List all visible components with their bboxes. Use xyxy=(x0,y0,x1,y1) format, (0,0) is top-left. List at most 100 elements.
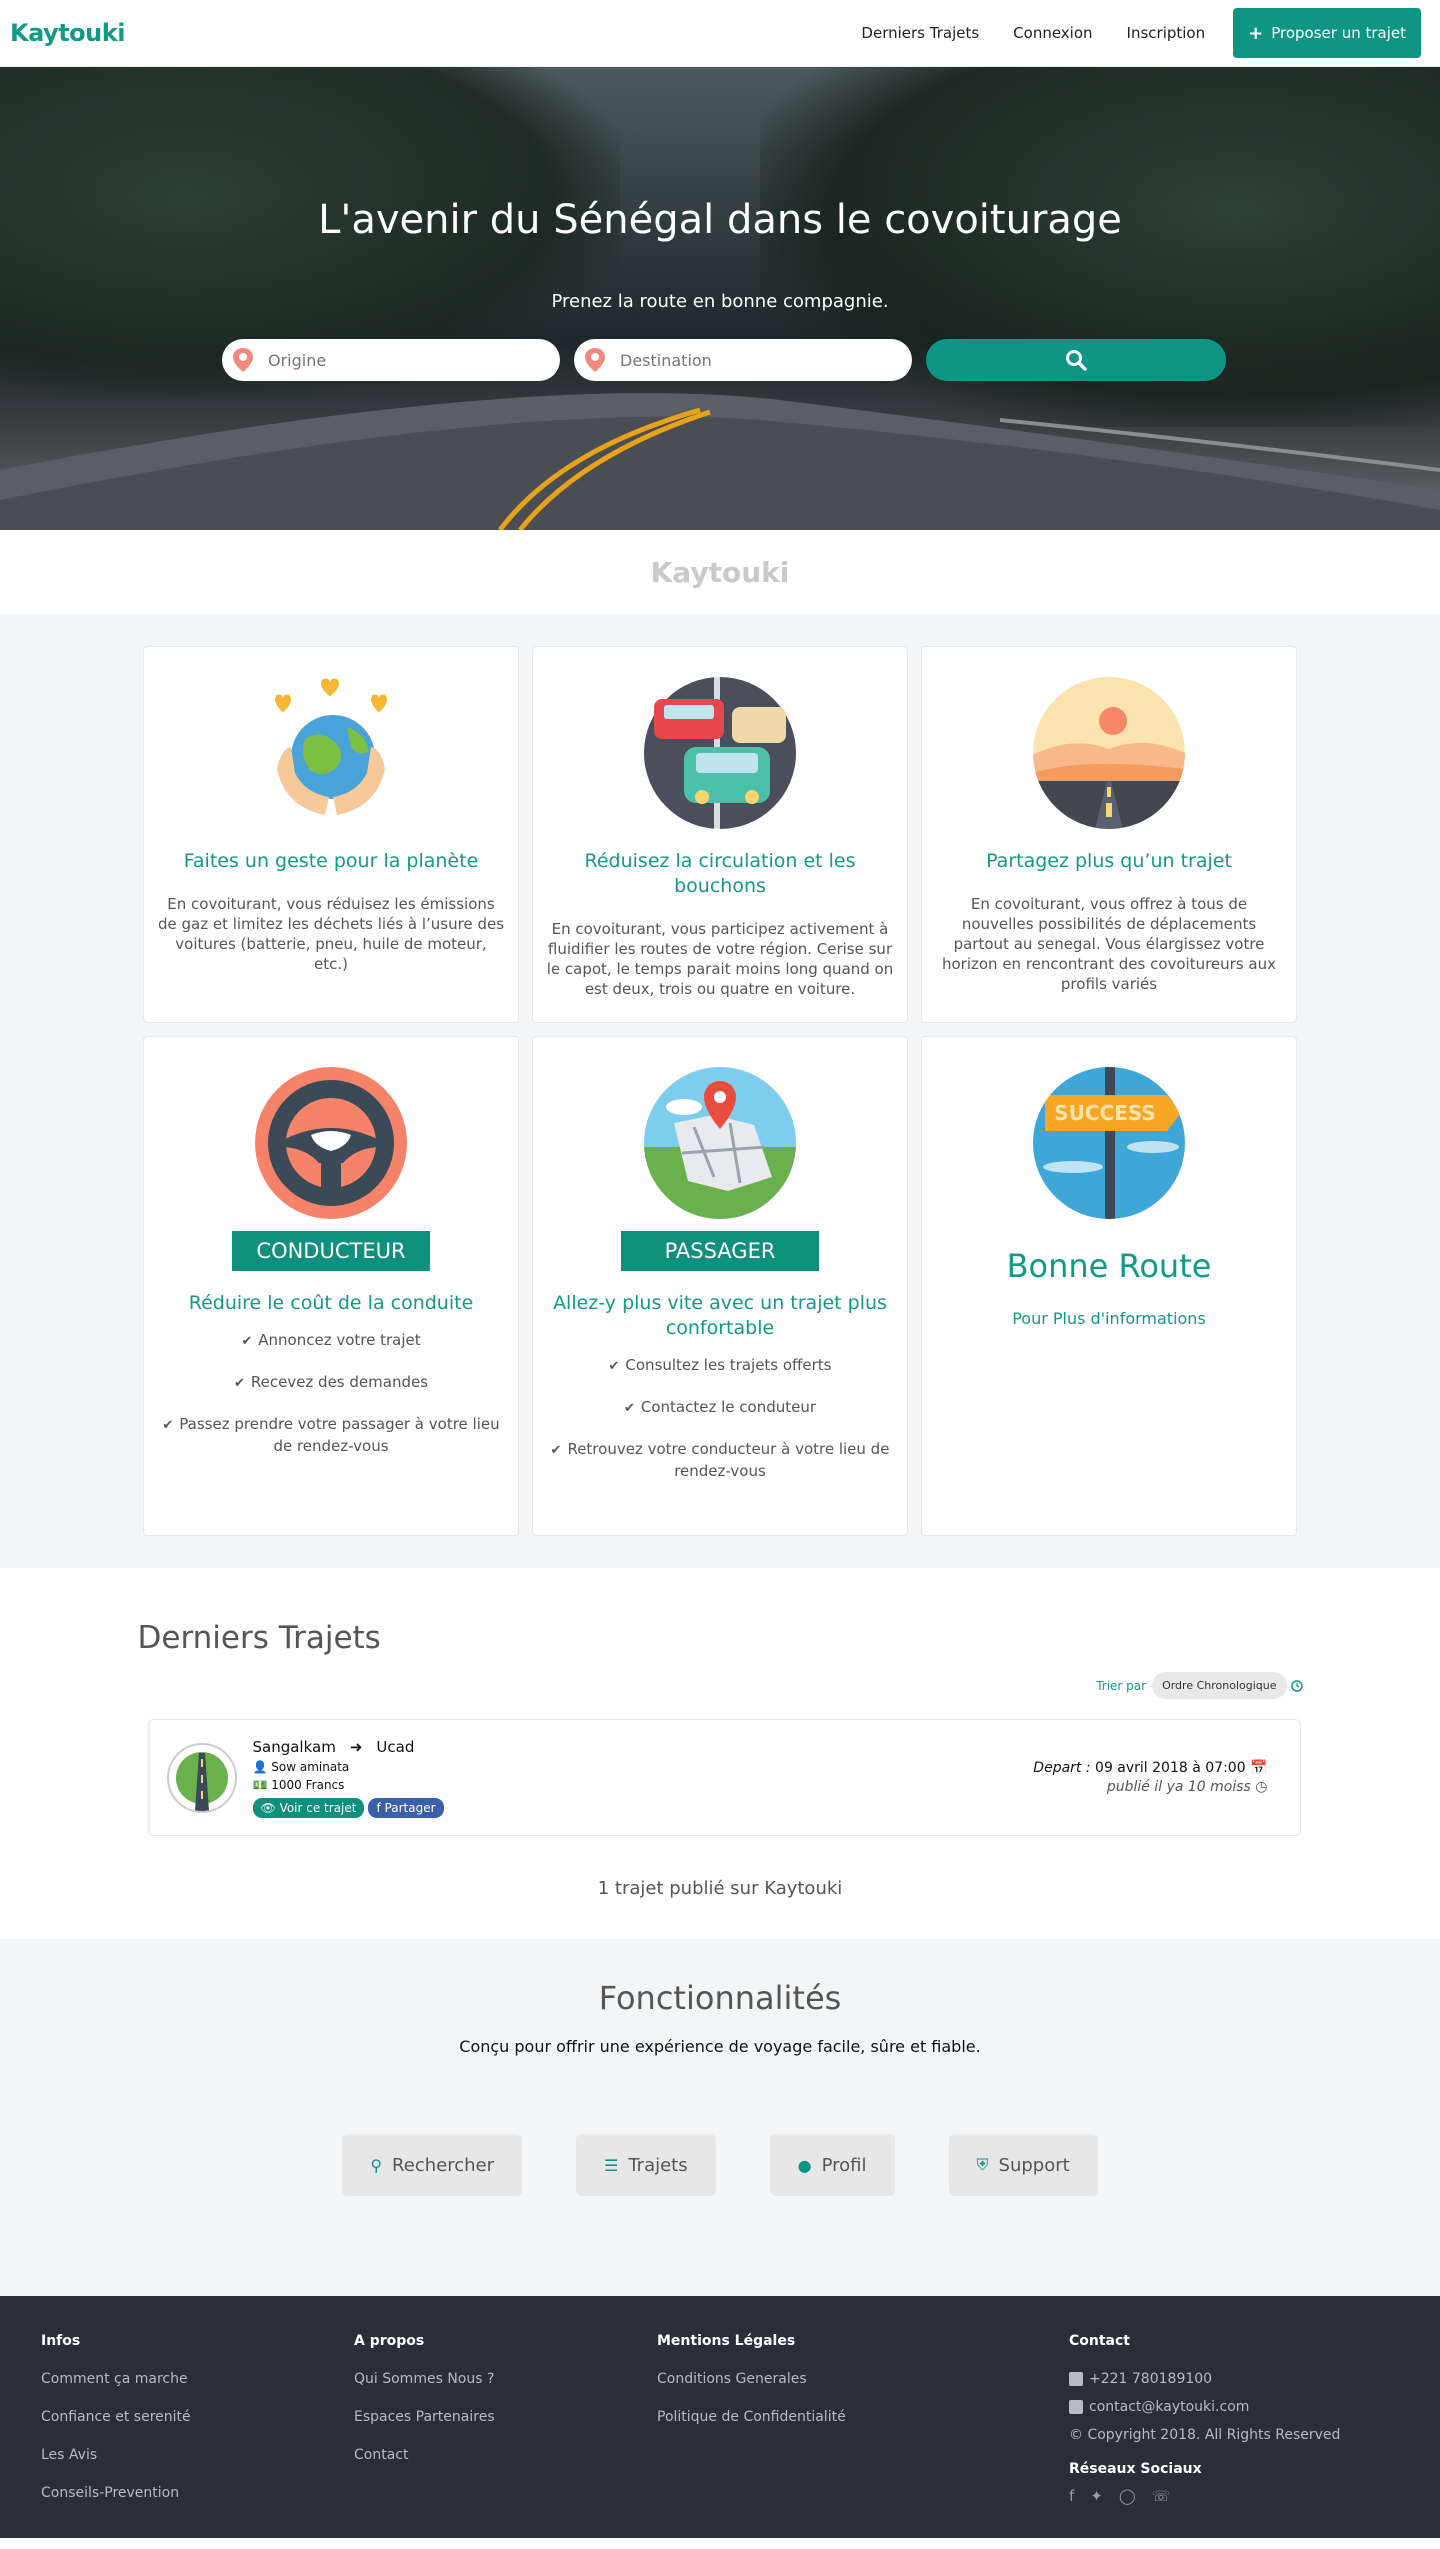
calendar-icon: 📅 xyxy=(1250,1760,1268,1776)
twitter-icon[interactable]: ✦ xyxy=(1090,2487,1103,2505)
passenger-card: PASSAGER Allez-y plus vite avec un traje… xyxy=(532,1036,908,1536)
nav-link-connexion[interactable]: Connexion xyxy=(1013,24,1092,42)
footer-email[interactable]: contact@kaytouki.com xyxy=(1089,2399,1249,2415)
eye-icon: 👁 xyxy=(260,1800,276,1815)
trip-depart-date: 09 avril 2018 à 07:00 xyxy=(1095,1760,1246,1776)
avatar xyxy=(166,1742,237,1813)
whatsapp-icon[interactable]: ☏ xyxy=(1152,2487,1171,2505)
more-info-link[interactable]: Pour Plus d'informations xyxy=(1012,1309,1206,1328)
sunset-road-icon xyxy=(1033,677,1185,829)
driver-checklist: Annoncez votre trajet Recevez des demand… xyxy=(156,1330,506,1456)
passenger-check-item: Consultez les trajets offerts xyxy=(545,1355,895,1377)
site-footer: Infos Comment ça marche Confiance et ser… xyxy=(0,2296,1440,2538)
footer-link[interactable]: Comment ça marche xyxy=(41,2371,191,2387)
footer-link[interactable]: Contact xyxy=(354,2447,495,2463)
footer-link[interactable]: Confiance et serenité xyxy=(41,2409,191,2425)
footer-link[interactable]: Conseils-Prevention xyxy=(41,2485,191,2501)
latest-trips-container: Derniers Trajets Trier par Ordre Chronol… xyxy=(138,1620,1303,1899)
support-feature-label: Support xyxy=(998,2154,1070,2176)
sort-select[interactable]: Ordre Chronologique xyxy=(1152,1672,1287,1699)
phone-icon xyxy=(1069,2372,1083,2386)
instagram-icon[interactable]: ◯ xyxy=(1119,2487,1136,2505)
funcs-heading: Fonctionnalités xyxy=(598,1979,842,2017)
support-feature-button[interactable]: ⛨ Support xyxy=(948,2134,1098,2196)
footer-heading: A propos xyxy=(354,2333,425,2349)
brand-strip-logo: Kaytouki xyxy=(650,555,790,589)
earth-hands-icon xyxy=(275,678,387,815)
trip-dates: Depart : 09 avril 2018 à 07:00 📅 publié … xyxy=(1033,1760,1267,1795)
search-icon xyxy=(1066,350,1087,371)
traffic-cars-icon xyxy=(644,677,796,829)
footer-heading: Contact xyxy=(1069,2333,1130,2349)
trip-depart-row: Depart : 09 avril 2018 à 07:00 📅 xyxy=(1033,1760,1267,1776)
trip-origin: Sangalkam xyxy=(252,1737,336,1756)
driver-check-item: Passez prendre votre passager à votre li… xyxy=(156,1414,506,1456)
trip-price-row: 💵 1000 Francs xyxy=(253,1778,448,1792)
feature-card-share: Partagez plus qu’un trajet En covoituran… xyxy=(921,646,1297,1023)
nav-link-derniers-trajets[interactable]: Derniers Trajets xyxy=(861,24,979,42)
footer-link[interactable]: Conditions Generales xyxy=(657,2371,846,2387)
trip-driver-row: 👤 Sow aminata xyxy=(253,1760,448,1774)
share-button[interactable]: f Partager xyxy=(368,1797,444,1818)
nav-links: Derniers Trajets Connexion Inscription +… xyxy=(827,8,1430,58)
hero-banner: L'avenir du Sénégal dans le covoiturage … xyxy=(0,67,1440,530)
funcs-subtitle: Conçu pour offrir une expérience de voya… xyxy=(459,2037,981,2056)
propose-trip-label: Proposer un trajet xyxy=(1271,24,1406,42)
arrow-right-icon: ➜ xyxy=(349,1737,363,1756)
trip-driver-name: Sow aminata xyxy=(271,1759,350,1774)
user-icon: 👤 xyxy=(252,1759,268,1774)
passenger-checklist: Consultez les trajets offerts Contactez … xyxy=(545,1355,895,1481)
map-pin-icon xyxy=(233,348,253,372)
search-feature-button[interactable]: ⚲ Rechercher xyxy=(342,2134,522,2196)
driver-badge-button[interactable]: CONDUCTEUR xyxy=(232,1231,430,1271)
propose-trip-button[interactable]: + Proposer un trajet xyxy=(1233,8,1421,58)
trip-card[interactable]: Sangalkam ➜ Ucad 👤 Sow aminata 💵 1000 Fr… xyxy=(146,1719,1301,1836)
brand-logo[interactable]: Kaytouki xyxy=(10,19,125,47)
view-trip-button[interactable]: 👁 Voir ce trajet xyxy=(252,1797,365,1818)
trips-feature-label: Trajets xyxy=(628,2154,688,2176)
passenger-check-item: Retrouvez votre conducteur à votre lieu … xyxy=(545,1439,895,1481)
origin-field xyxy=(222,339,560,381)
footer-link[interactable]: Espaces Partenaires xyxy=(354,2409,495,2425)
origin-input[interactable] xyxy=(268,350,538,370)
destination-input[interactable] xyxy=(620,350,890,370)
features-list-section: Fonctionnalités Conçu pour offrir une ex… xyxy=(0,1939,1440,2296)
footer-heading: Mentions Légales xyxy=(657,2333,796,2349)
features-grid: Faites un geste pour la planète En covoi… xyxy=(143,646,1297,1536)
nav-link-inscription[interactable]: Inscription xyxy=(1127,24,1206,42)
search-icon: ⚲ xyxy=(370,2155,383,2175)
sort-row: Trier par Ordre Chronologique xyxy=(138,1672,1303,1699)
trip-route: Sangalkam ➜ Ucad xyxy=(253,1738,448,1756)
feature-text: En covoiturant, vous participez activeme… xyxy=(546,920,894,998)
money-icon: 💵 xyxy=(252,1777,268,1792)
footer-col-contact: Contact +221 780189100 contact@kaytouki.… xyxy=(1069,2333,1340,2505)
features-section: Faites un geste pour la planète En covoi… xyxy=(0,614,1440,1568)
footer-link[interactable]: Les Avis xyxy=(41,2447,191,2463)
facebook-icon[interactable]: f xyxy=(1069,2487,1074,2505)
feature-card-traffic: Réduisez la circulation et les bouchons … xyxy=(532,646,908,1023)
clock-icon xyxy=(1290,1679,1303,1692)
destination-field xyxy=(574,339,912,381)
passenger-check-item: Contactez le conduteur xyxy=(545,1397,895,1419)
sort-label: Trier par xyxy=(1096,1678,1147,1693)
hero-subtitle: Prenez la route en bonne compagnie. xyxy=(551,291,889,312)
shield-icon: ⛨ xyxy=(976,2155,989,2174)
search-button[interactable] xyxy=(926,339,1226,381)
trips-feature-button[interactable]: ☰ Trajets xyxy=(575,2134,716,2196)
trip-published: publié il ya 10 moiss xyxy=(1106,1779,1251,1795)
trip-actions: 👁 Voir ce trajet f Partager xyxy=(252,1797,448,1818)
trip-depart-label: Depart : xyxy=(1033,1760,1091,1776)
share-label: Partager xyxy=(384,1800,436,1815)
steering-wheel-icon xyxy=(255,1067,407,1219)
footer-col-legal: Mentions Légales Conditions Generales Po… xyxy=(657,2333,846,2447)
trip-count: 1 trajet publié sur Kaytouki xyxy=(597,1878,843,1899)
footer-link[interactable]: Politique de Confidentialité xyxy=(657,2409,846,2425)
trip-destination: Ucad xyxy=(376,1737,415,1756)
top-navbar: Kaytouki Derniers Trajets Connexion Insc… xyxy=(0,0,1440,67)
passenger-badge-button[interactable]: PASSAGER xyxy=(621,1231,819,1271)
search-form xyxy=(222,339,1226,381)
footer-link[interactable]: Qui Sommes Nous ? xyxy=(354,2371,495,2387)
feature-card-planet: Faites un geste pour la planète En covoi… xyxy=(143,646,519,1023)
profile-feature-button[interactable]: ● Profil xyxy=(769,2134,895,2196)
trip-price: 1000 Francs xyxy=(271,1777,345,1792)
